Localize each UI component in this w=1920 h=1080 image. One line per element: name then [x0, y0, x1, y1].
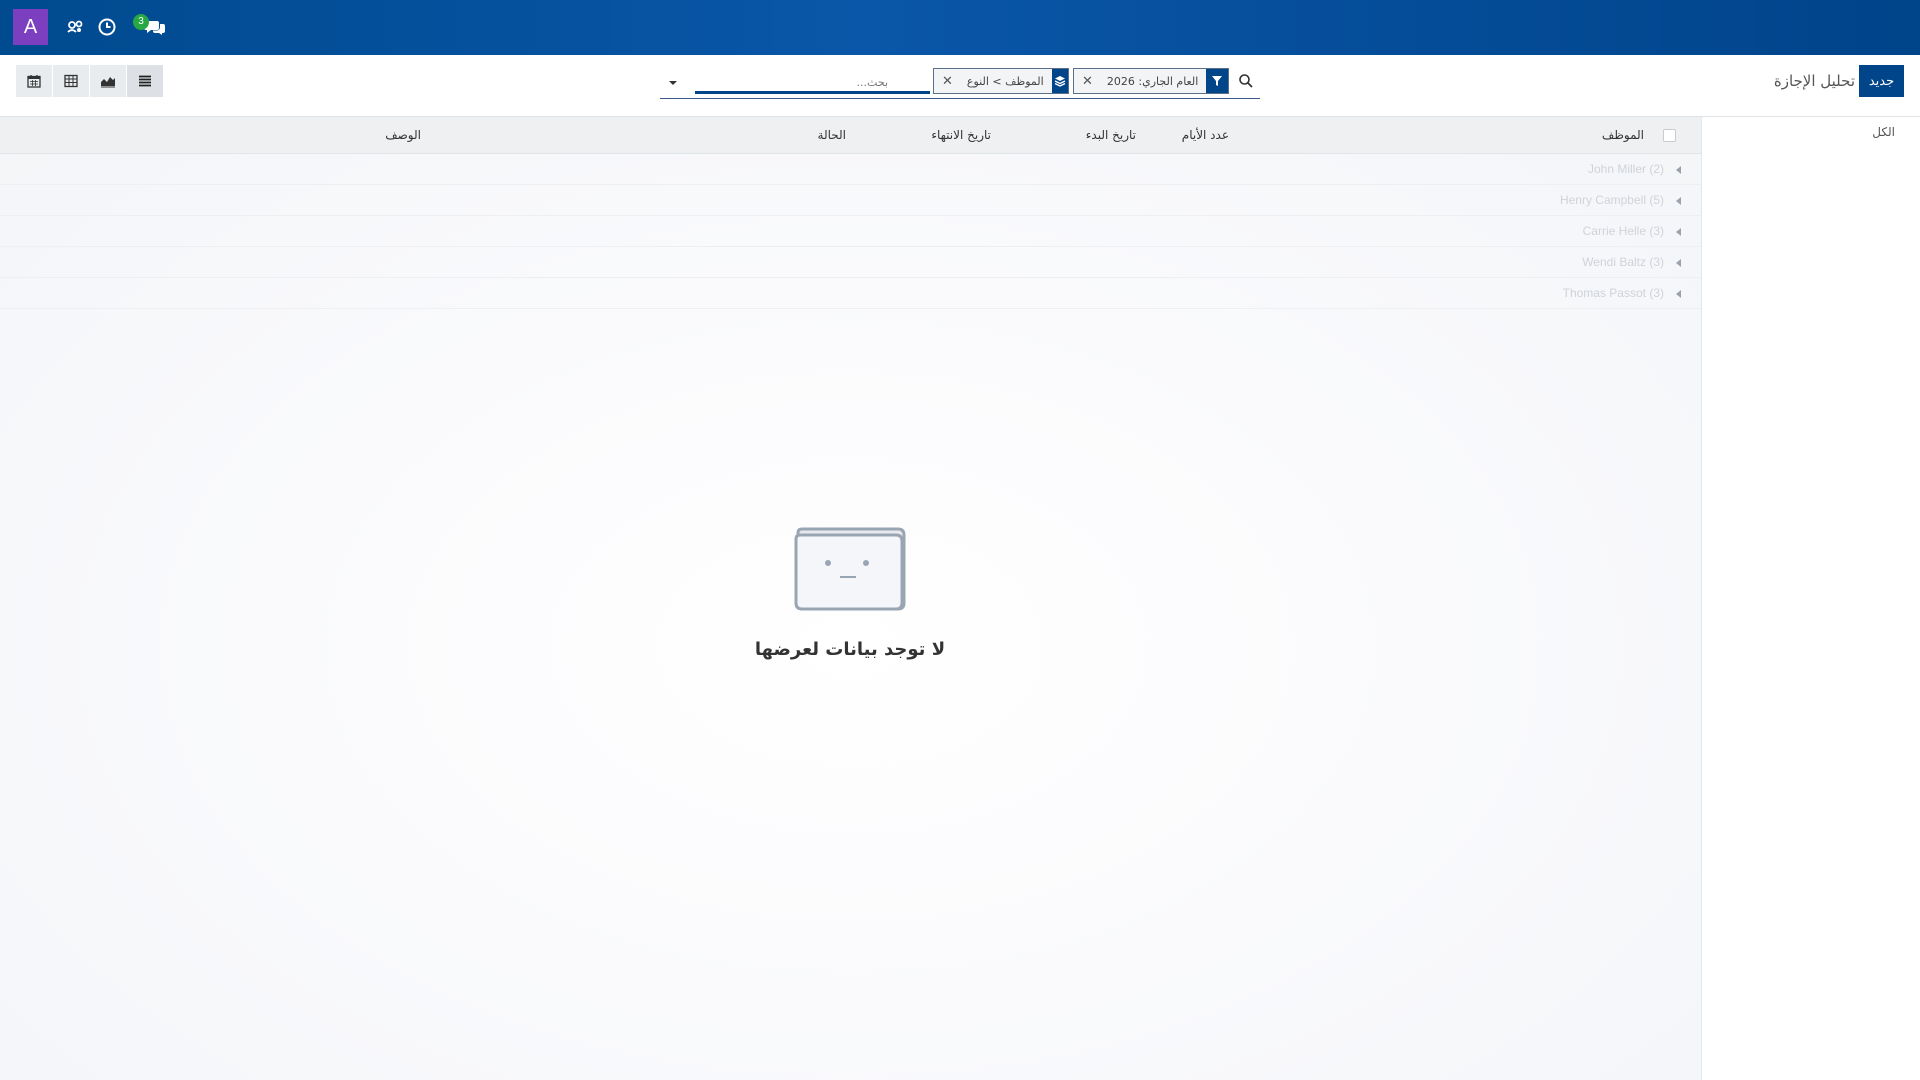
caret-left-icon	[1676, 228, 1681, 236]
table-icon	[64, 74, 78, 88]
layers-icon	[1051, 69, 1068, 93]
search-options-toggle-icon[interactable]	[666, 75, 680, 89]
caret-left-icon	[1676, 290, 1681, 298]
column-header-start-date[interactable]: تاريخ البدء	[1086, 128, 1136, 142]
column-header-description[interactable]: الوصف	[385, 128, 421, 142]
column-header-status[interactable]: الحالة	[818, 128, 846, 142]
list-view-button[interactable]	[127, 65, 163, 97]
group-row[interactable]: Thomas Passot (3)	[0, 278, 1701, 309]
group-label: Henry Campbell (5)	[1559, 193, 1664, 207]
group-label: Carrie Helle (3)	[1582, 224, 1664, 238]
filter-facet: العام الجاري: 2026 ✕	[1073, 68, 1229, 94]
remove-groupby-facet-icon[interactable]: ✕	[934, 74, 959, 89]
user-avatar[interactable]: A	[13, 9, 48, 45]
filter-facet-label: العام الجاري: 2026	[1106, 74, 1199, 88]
groupby-facet-label: الموظف > النوع	[966, 74, 1044, 88]
new-button[interactable]: جديد	[1859, 65, 1904, 97]
top-navbar: A 3	[0, 0, 1920, 55]
area-chart-icon	[101, 77, 115, 88]
group-row[interactable]: John Miller (2)	[0, 154, 1701, 185]
chat-notification-badge: 3	[133, 14, 149, 30]
pivot-view-button[interactable]	[53, 65, 89, 97]
list-view: الموظف عدد الأيام تاريخ البدء تاريخ الان…	[0, 117, 1701, 1080]
group-row[interactable]: Henry Campbell (5)	[0, 185, 1701, 216]
calendar-view-button[interactable]	[16, 65, 52, 97]
empty-state: لا توجد بيانات لعرضها	[740, 527, 960, 660]
group-row[interactable]: Carrie Helle (3)	[0, 216, 1701, 247]
groupby-facet: الموظف > النوع ✕	[933, 68, 1069, 94]
sidebar-item-all[interactable]: الكل	[1872, 125, 1895, 139]
page-title: تحليل الإجازة	[1773, 72, 1855, 90]
caret-left-icon	[1676, 197, 1681, 205]
column-header-employee[interactable]: الموظف	[1602, 128, 1644, 142]
view-switcher	[16, 65, 163, 97]
column-header-end-date[interactable]: تاريخ الانتهاء	[931, 128, 991, 142]
group-label: John Miller (2)	[1587, 162, 1664, 176]
empty-folder-icon	[794, 527, 906, 611]
filter-sidebar: الكل	[1701, 117, 1920, 1080]
caret-left-icon	[1676, 259, 1681, 267]
search-input[interactable]	[695, 71, 890, 93]
caret-left-icon	[1676, 166, 1681, 174]
filter-icon	[1206, 69, 1228, 93]
group-row[interactable]: Wendi Baltz (3)	[0, 247, 1701, 278]
graph-view-button[interactable]	[90, 65, 126, 97]
control-panel: جديد تحليل الإجازة الموظف > النوع ✕	[0, 55, 1920, 117]
search-input-focus-line	[695, 91, 930, 94]
search-bar: الموظف > النوع ✕ العام الجاري: 2026 ✕	[660, 67, 1260, 99]
list-header: الموظف عدد الأيام تاريخ البدء تاريخ الان…	[0, 117, 1701, 154]
clock-icon[interactable]	[96, 16, 118, 38]
group-label: Wendi Baltz (3)	[1582, 255, 1664, 269]
column-header-days[interactable]: عدد الأيام	[1182, 128, 1229, 142]
search-icon[interactable]	[1238, 73, 1254, 89]
group-label: Thomas Passot (3)	[1562, 286, 1664, 300]
select-all-checkbox[interactable]	[1663, 129, 1676, 142]
calendar-icon	[27, 75, 41, 88]
remove-filter-facet-icon[interactable]: ✕	[1074, 74, 1099, 89]
list-icon	[139, 75, 151, 87]
users-gear-icon[interactable]	[65, 16, 87, 38]
empty-state-message: لا توجد بيانات لعرضها	[754, 639, 946, 660]
